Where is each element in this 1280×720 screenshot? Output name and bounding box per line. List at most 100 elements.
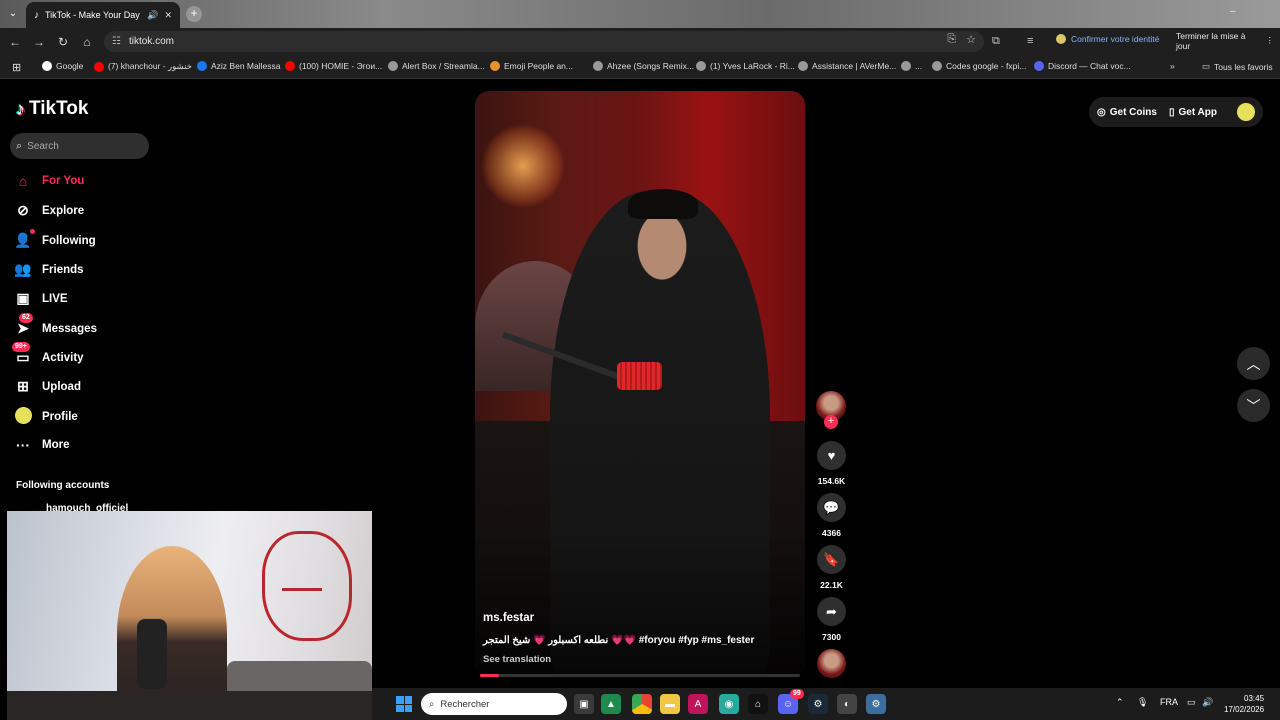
nav-for-you[interactable]: ⌂ For You	[14, 173, 85, 189]
clock-time: 03:45	[1244, 694, 1265, 703]
user-avatar[interactable]	[1237, 103, 1255, 121]
video-caption: نطلعه اكسبلور 💗 شيخ المتجر 💗💗 #foryou #f…	[483, 635, 755, 646]
kebab-menu-icon[interactable]: ⋮	[1266, 35, 1275, 46]
back-icon[interactable]: ←	[3, 35, 27, 49]
tiktok-logo[interactable]: ♪ TikTok	[16, 98, 88, 120]
save-button[interactable]: 🔖	[817, 545, 846, 574]
nav-activity[interactable]: ▭ 99+ Activity	[12, 342, 84, 366]
microphone-tray-icon[interactable]: 🎙	[1137, 697, 1148, 708]
bookmark-khanchour[interactable]: (7) khanchour - خنشور	[94, 61, 192, 72]
bookmark-ahzee[interactable]: Ahzee (Songs Remix...	[593, 61, 694, 71]
tiktok-note-icon: ♪	[16, 98, 25, 119]
nav-explore[interactable]: ⊘ Explore	[14, 202, 84, 219]
xbox-app-icon[interactable]: ▲	[601, 694, 621, 714]
sound-avatar[interactable]	[817, 649, 846, 678]
tray-overflow-icon[interactable]: ⌃	[1116, 697, 1124, 708]
emoji-icon	[490, 61, 500, 71]
address-bar[interactable]: ☷ tiktok.com ⎘ ☆	[104, 31, 984, 52]
media-queue-icon[interactable]: ≡	[1027, 35, 1033, 47]
apps-grid-icon[interactable]: ⊞	[12, 61, 21, 74]
get-coins-button[interactable]: ◎ Get Coins	[1097, 107, 1157, 118]
app-a-icon[interactable]: A	[688, 694, 708, 714]
bookmark-misc[interactable]: ...	[901, 61, 922, 71]
confirm-identity-button[interactable]: Confirmer votre identité	[1056, 34, 1159, 44]
discord-taskbar-icon[interactable]: ☺ 99	[778, 689, 804, 714]
new-tab-button[interactable]: +	[186, 6, 202, 22]
settings-icon[interactable]: ⚙	[866, 694, 886, 714]
bookmark-label: Codes google - fxpi...	[946, 61, 1027, 71]
see-translation-link[interactable]: See translation	[483, 654, 551, 665]
discord-badge: 99	[790, 689, 804, 699]
file-explorer-icon[interactable]: ▬	[660, 694, 680, 714]
chrome-icon[interactable]	[632, 694, 652, 714]
nav-more[interactable]: ··· More	[14, 437, 69, 453]
network-icon[interactable]: ▭	[1187, 697, 1196, 708]
steam-icon[interactable]: ⚙	[808, 694, 828, 714]
globe-icon	[696, 61, 706, 71]
windows-start-icon[interactable]	[396, 696, 412, 712]
app-gray-icon[interactable]: ◐	[837, 694, 857, 714]
comment-button[interactable]: 💬	[817, 493, 846, 522]
install-app-icon[interactable]: ⎘	[947, 33, 956, 46]
minimize-icon[interactable]: –	[1230, 6, 1236, 17]
google-icon	[42, 61, 52, 71]
nav-live[interactable]: ▣ LIVE	[14, 290, 67, 307]
nav-profile[interactable]: Profile	[14, 407, 78, 427]
update-button[interactable]: Terminer la mise à jour ⋮	[1170, 30, 1280, 51]
bookmark-alertbox[interactable]: Alert Box / Streamla...	[388, 61, 485, 71]
video-player[interactable]	[475, 91, 805, 678]
bookmark-aziz[interactable]: Aziz Ben Mallessa	[197, 61, 280, 71]
bookmark-codes[interactable]: Codes google - fxpi...	[932, 61, 1026, 71]
taskbar-search[interactable]: ⌕ Rechercher	[421, 693, 567, 715]
search-icon: ⌕	[16, 139, 23, 152]
webcam-overlay	[7, 511, 372, 720]
bookmark-emoji[interactable]: Emoji People an...	[490, 61, 573, 71]
nav-messages[interactable]: ➤ 62 Messages	[14, 313, 97, 337]
nav-label: Following	[42, 234, 96, 247]
video-progress-bar[interactable]	[480, 674, 800, 677]
bookmark-yves[interactable]: (1) Yves LaRock - Ri...	[696, 61, 795, 71]
like-button[interactable]: ♥	[817, 441, 846, 470]
task-view-icon[interactable]: ▣	[574, 694, 594, 714]
share-button[interactable]: ➦	[817, 597, 846, 626]
more-bookmarks-icon[interactable]: »	[1170, 61, 1175, 71]
reload-icon[interactable]: ↻	[51, 35, 75, 49]
bookmark-homie[interactable]: (100) HOMIE - Эгои...	[285, 61, 382, 71]
activity-badge: 99+	[12, 342, 30, 352]
share-count: 7300	[822, 632, 841, 642]
bookmark-google[interactable]: Google	[42, 61, 83, 71]
youtube-icon	[94, 61, 104, 72]
bookmark-avermedia[interactable]: Assistance | AVerMe...	[798, 61, 896, 71]
extensions-icon[interactable]: ⧉	[992, 35, 1000, 48]
taskbar-clock[interactable]: 03:45 17/02/2026	[1224, 693, 1264, 715]
nav-upload[interactable]: ⊞ Upload	[14, 378, 81, 395]
video-author[interactable]: ms.festar	[483, 612, 534, 624]
tab-search-chevron-icon[interactable]: ⌄	[4, 4, 22, 22]
previous-video-button[interactable]: ︿	[1237, 347, 1270, 380]
globe-icon	[388, 61, 398, 71]
next-video-button[interactable]: ﹀	[1237, 389, 1270, 422]
speaker-icon[interactable]: 🔊	[147, 10, 158, 21]
language-indicator[interactable]: FRA	[1160, 697, 1178, 707]
nav-following[interactable]: 👤 Following	[14, 229, 96, 249]
forward-icon[interactable]: →	[27, 35, 51, 49]
bookmark-discord[interactable]: Discord — Chat voc...	[1034, 61, 1131, 71]
bookmark-star-icon[interactable]: ☆	[966, 33, 976, 46]
tab-title: TikTok - Make Your Day	[45, 10, 140, 20]
close-tab-icon[interactable]: ✕	[164, 10, 172, 21]
follow-plus-icon[interactable]: +	[824, 415, 838, 429]
app-green-icon[interactable]: ◉	[719, 694, 739, 714]
nav-label: Explore	[42, 204, 85, 217]
tiktok-favicon-icon: ♪	[34, 9, 39, 21]
search-input[interactable]: ⌕ Search	[10, 133, 149, 159]
nav-friends[interactable]: 👥 Friends	[14, 261, 83, 278]
nav-label: Profile	[42, 411, 78, 423]
browser-tab-tiktok[interactable]: ♪ TikTok - Make Your Day 🔊 ✕	[26, 2, 180, 28]
get-app-button[interactable]: ▯ Get App	[1169, 107, 1217, 118]
volume-icon[interactable]: 🔊	[1202, 697, 1213, 708]
epic-games-icon[interactable]: ⌂	[748, 694, 768, 714]
site-info-icon[interactable]: ☷	[112, 36, 121, 47]
all-bookmarks-button[interactable]: ▭ Tous les favoris	[1202, 61, 1273, 72]
home-browser-icon[interactable]: ⌂	[75, 35, 99, 49]
globe-icon	[593, 61, 603, 71]
